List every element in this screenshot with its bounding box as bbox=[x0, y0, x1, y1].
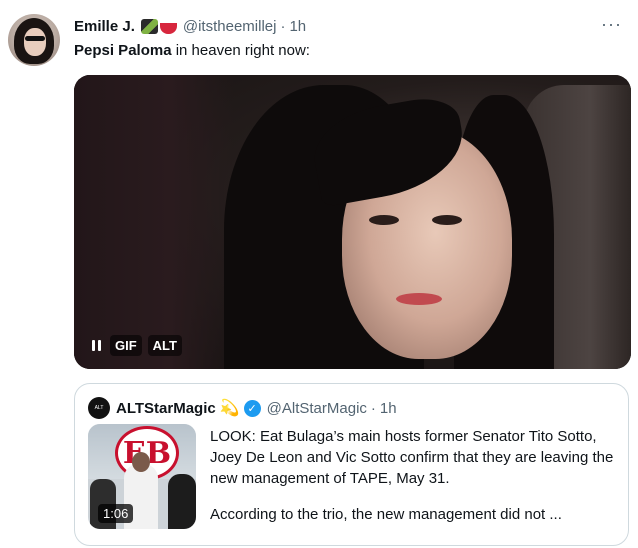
pause-icon[interactable] bbox=[88, 337, 104, 353]
thumbnail-person-center-head bbox=[132, 452, 150, 472]
quoted-paragraph-2: According to the trio, the new managemen… bbox=[210, 506, 562, 523]
verified-badge-icon: ✓ bbox=[243, 399, 261, 417]
tweet-header: Emille J. @itstheemillej · 1h bbox=[74, 15, 306, 37]
media-controls: GIF ALT bbox=[88, 334, 182, 356]
tweet-text-rest: in heaven right now: bbox=[171, 42, 310, 59]
quoted-tweet-header: ALT ALTStarMagic 💫 ✓ @AltStarMagic · 1h bbox=[88, 397, 397, 419]
clapperboard-icon bbox=[140, 18, 158, 34]
media-lips bbox=[396, 293, 442, 305]
quoted-tweet[interactable]: ALT ALTStarMagic 💫 ✓ @AltStarMagic · 1h … bbox=[74, 383, 629, 546]
alt-badge[interactable]: ALT bbox=[147, 334, 182, 356]
quoted-video-thumbnail[interactable]: EB 1:06 bbox=[88, 424, 196, 529]
lipstick-icon bbox=[159, 18, 177, 34]
timestamp[interactable]: 1h bbox=[289, 18, 306, 35]
quoted-timestamp[interactable]: 1h bbox=[380, 400, 397, 417]
thumbnail-person-right bbox=[168, 474, 196, 529]
separator-dot: · bbox=[370, 399, 376, 417]
quoted-author-handle[interactable]: @AltStarMagic bbox=[267, 400, 367, 417]
tweet[interactable]: Emille J. @itstheemillej · 1h ··· Pepsi … bbox=[0, 0, 638, 548]
tweet-text-bold: Pepsi Paloma bbox=[74, 42, 172, 59]
media-shadow bbox=[74, 75, 234, 369]
avatar-face bbox=[24, 28, 46, 56]
separator-dot: · bbox=[280, 17, 286, 35]
more-options-icon[interactable]: ··· bbox=[601, 14, 622, 35]
video-duration: 1:06 bbox=[98, 504, 134, 523]
author-handle[interactable]: @itstheemillej bbox=[183, 18, 277, 35]
quoted-tweet-text: LOOK: Eat Bulaga’s main hosts former Sen… bbox=[210, 426, 615, 525]
dizzy-star-icon: 💫 bbox=[219, 400, 240, 417]
media-eye-left bbox=[369, 215, 399, 225]
quoted-avatar[interactable]: ALT bbox=[88, 397, 110, 419]
tweet-text: Pepsi Paloma in heaven right now: bbox=[74, 41, 310, 61]
author-name[interactable]: Emille J. bbox=[74, 18, 135, 35]
avatar[interactable] bbox=[8, 14, 60, 66]
gif-badge: GIF bbox=[110, 334, 142, 356]
avatar-sunglasses bbox=[25, 36, 45, 41]
name-emoji bbox=[140, 18, 177, 34]
quoted-paragraph-1: LOOK: Eat Bulaga’s main hosts former Sen… bbox=[210, 428, 614, 487]
gif-media[interactable] bbox=[74, 75, 631, 369]
media-eye-right bbox=[432, 215, 462, 225]
quoted-author-name[interactable]: ALTStarMagic bbox=[116, 400, 216, 417]
